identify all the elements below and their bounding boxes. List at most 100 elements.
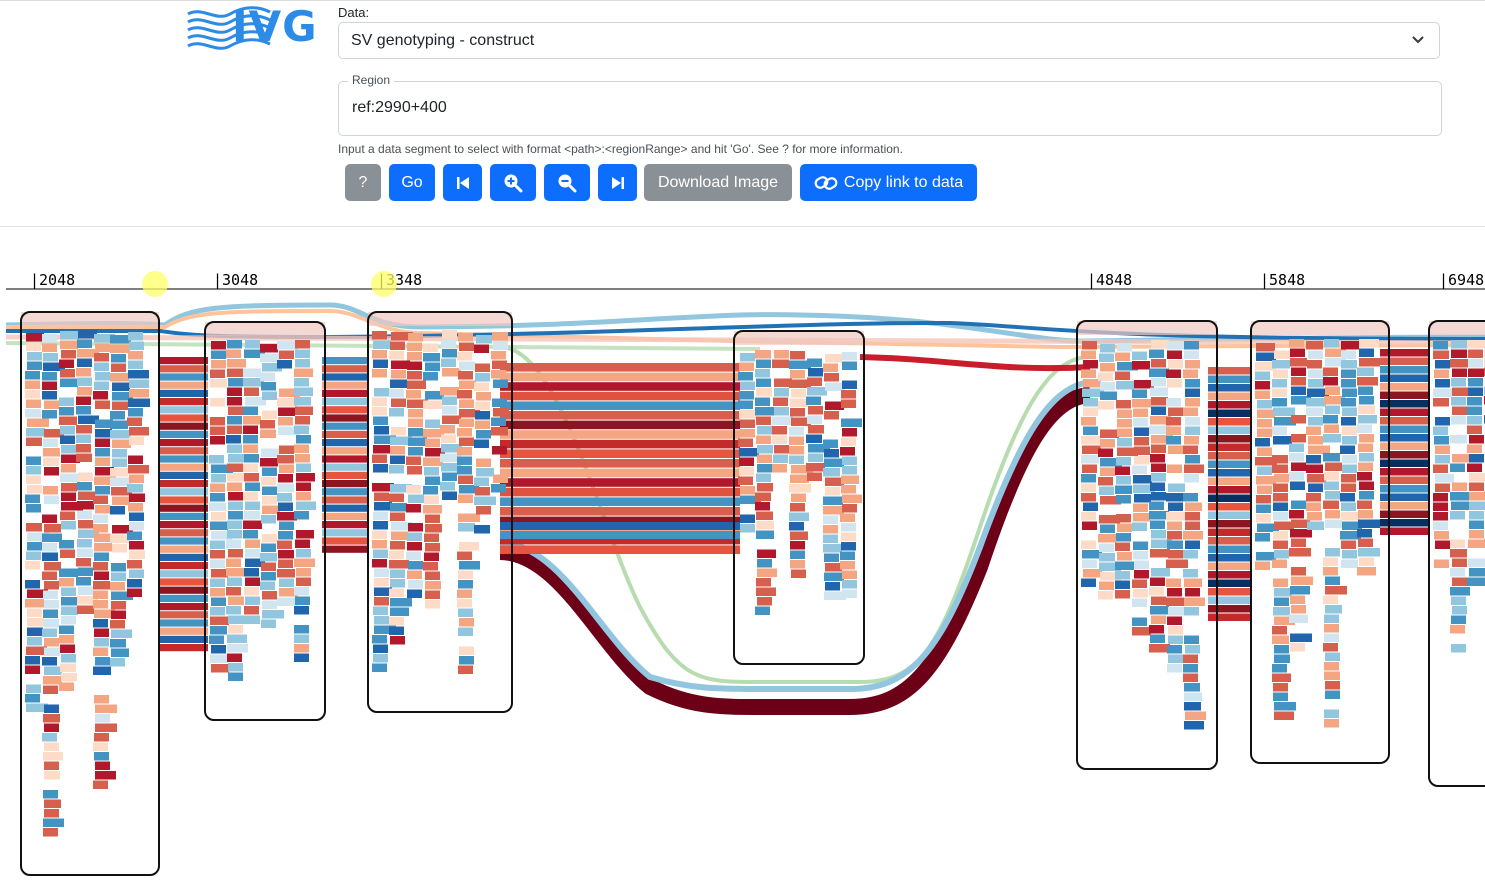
skip-back-button[interactable] — [443, 164, 482, 201]
read-cell — [1098, 401, 1114, 410]
download-image-button[interactable]: Download Image — [644, 164, 792, 201]
read-cell — [129, 341, 144, 350]
read-cell — [60, 549, 75, 558]
read-cell — [1433, 521, 1448, 530]
read-cell — [1289, 614, 1308, 623]
haplotype-bundle — [322, 422, 368, 430]
read-cell — [128, 503, 143, 512]
read-cell — [458, 580, 473, 589]
read-cell — [407, 532, 422, 541]
read-cell — [1168, 626, 1183, 635]
read-cell — [1469, 473, 1485, 482]
read-cell — [458, 494, 473, 503]
read-cell — [61, 597, 77, 606]
read-cell — [840, 447, 855, 456]
read-cell — [407, 342, 422, 351]
read-cell — [1184, 341, 1199, 350]
graph-visualization[interactable]: |2048 |3048 |3348 |4848 |5848 |6948 — [0, 227, 1485, 894]
read-cell — [1272, 379, 1287, 388]
read-cell — [842, 380, 857, 389]
data-select[interactable]: SV genotyping - construct — [338, 22, 1440, 59]
read-cell — [244, 387, 259, 396]
read-cell — [475, 420, 490, 429]
haplotype-bundle — [322, 521, 368, 529]
read-cell — [442, 396, 457, 405]
read-cell — [261, 382, 276, 391]
read-cell — [1151, 397, 1168, 406]
read-cell — [1357, 529, 1372, 538]
read-cell — [1116, 400, 1131, 409]
haplotype-bundle — [322, 439, 368, 447]
read-cell — [227, 444, 242, 453]
read-cell — [1115, 590, 1130, 599]
read-cell — [825, 563, 842, 572]
read-cell — [458, 371, 473, 380]
read-cell — [1255, 371, 1270, 380]
read-cell — [373, 445, 390, 454]
read-cell — [227, 482, 242, 491]
read-cell — [110, 620, 125, 629]
read-cell — [1274, 654, 1290, 663]
read-cell — [78, 520, 93, 529]
read-cell — [1166, 512, 1186, 521]
read-cell — [278, 474, 293, 483]
read-cell — [842, 589, 857, 598]
read-cell — [59, 578, 74, 587]
read-cell — [1149, 625, 1164, 634]
haplotype-bundle — [158, 529, 208, 537]
read-cell — [1342, 436, 1357, 445]
read-cell — [78, 567, 93, 576]
read-cell — [294, 368, 313, 377]
read-cell — [374, 426, 389, 435]
read-cell — [1435, 483, 1450, 492]
read-cell — [1325, 405, 1340, 414]
read-cell — [1273, 436, 1292, 445]
read-cell — [1151, 615, 1166, 624]
haplotype-bundle — [500, 507, 740, 516]
read-cell — [1083, 407, 1098, 416]
copy-link-button[interactable]: Copy link to data — [800, 164, 977, 201]
read-cell — [227, 577, 242, 586]
haplotype-bundle — [158, 603, 208, 611]
read-cell — [25, 494, 40, 503]
read-cell — [457, 390, 472, 399]
ruler-tick-label: |2048 — [30, 271, 75, 289]
read-cell — [110, 534, 129, 543]
read-cell — [1433, 341, 1448, 350]
read-cell — [1467, 397, 1482, 406]
read-cell — [373, 654, 388, 663]
skip-forward-button[interactable] — [598, 164, 637, 201]
read-cell — [442, 330, 457, 339]
read-cell — [42, 552, 58, 561]
read-cell — [476, 392, 491, 401]
region-input[interactable] — [338, 81, 1442, 136]
read-cell — [442, 406, 457, 415]
read-cell — [372, 559, 387, 568]
help-button[interactable]: ? — [345, 164, 381, 201]
read-cell — [243, 530, 258, 539]
read-cell — [279, 578, 294, 587]
zoom-out-button[interactable] — [544, 164, 590, 201]
read-cell — [476, 458, 491, 467]
zoom-in-button[interactable] — [490, 164, 536, 201]
read-cell — [261, 515, 276, 524]
read-cell — [1150, 549, 1170, 558]
go-button[interactable]: Go — [389, 164, 435, 201]
read-cell — [1166, 426, 1181, 435]
read-cell — [94, 381, 109, 390]
read-cell — [806, 396, 821, 405]
read-cell — [1467, 340, 1485, 349]
read-cell — [61, 464, 76, 473]
read-cell — [59, 359, 74, 368]
read-cell — [1306, 455, 1321, 464]
read-cell — [423, 372, 438, 381]
haplotype-bundle — [158, 611, 208, 619]
copy-link-label: Copy link to data — [843, 173, 964, 191]
read-cell — [227, 416, 242, 425]
read-cell — [1289, 510, 1304, 519]
read-cell — [1132, 617, 1147, 626]
read-cell — [243, 492, 258, 501]
haplotype-bundle — [1208, 401, 1252, 409]
read-cell — [26, 504, 41, 513]
read-cell — [772, 435, 787, 444]
